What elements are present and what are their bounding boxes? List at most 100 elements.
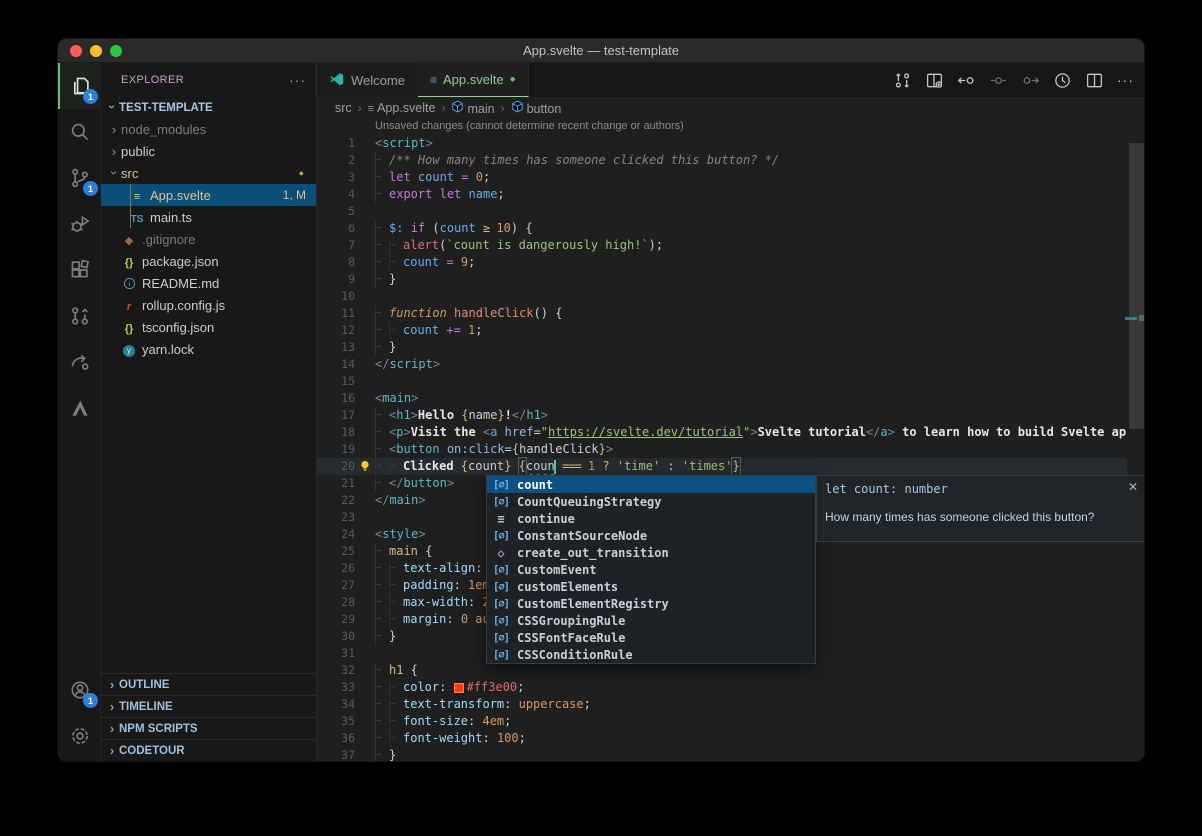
code-line-34[interactable]: 34→→text-transform: uppercase; [317,696,1127,713]
next-change-icon[interactable] [1021,71,1040,90]
folder-item-node-modules[interactable]: ›node_modules [101,118,316,140]
activity-bar-item-run-and-debug[interactable] [58,201,101,247]
panel-title: TIMELINE [119,701,173,713]
code-line-35[interactable]: 35→→font-size: 4em; [317,713,1127,730]
code-line-9[interactable]: 9→} [317,271,1127,288]
folder-item-public[interactable]: ›public [101,140,316,162]
activity-bar-item-live-share[interactable] [58,339,101,385]
file-item-main-ts[interactable]: TSmain.ts [101,206,316,228]
code-line-1[interactable]: 1<script> [317,135,1127,152]
code-line-32[interactable]: 32→h1 { [317,662,1127,679]
tab-welcome[interactable]: Welcome [317,63,418,97]
code-line-11[interactable]: 11→function handleClick() { [317,305,1127,322]
line-content: →→alert(`count is dangerously high!`); [375,237,663,254]
code-line-3[interactable]: 3→let count = 0; [317,169,1127,186]
file-name: package.json [142,254,219,269]
code-line-4[interactable]: 4→export let name; [317,186,1127,203]
open-changes-icon[interactable] [925,71,944,90]
breadcrumb-item-app-svelte[interactable]: ≡App.svelte [368,101,436,115]
file-item-app-svelte[interactable]: ≡App.svelte1, M [101,184,316,206]
file-item-package-json[interactable]: {}package.json [101,250,316,272]
line-content: →main { [375,543,432,560]
code-line-7[interactable]: 7→→alert(`count is dangerously high!`); [317,237,1127,254]
file-item--gitignore[interactable]: ◆.gitignore [101,228,316,250]
chevron-right-icon: › [107,122,121,137]
code-line-14[interactable]: 14</script> [317,356,1127,373]
title-bar: App.svelte — test-template [58,39,1144,63]
indent-guide: → [375,186,389,203]
breadcrumb-item-main[interactable]: main [451,100,494,116]
suggest-item-customevent[interactable]: [∅]CustomEvent [487,561,815,578]
token: 9 [461,254,468,271]
tab-app-svelte[interactable]: ≡App.svelte● [418,63,529,97]
activity-bar-item-extensions[interactable] [58,247,101,293]
code-line-37[interactable]: 37→} [317,747,1127,761]
activity-bar-item-github-pull-requests[interactable] [58,293,101,339]
code-line-13[interactable]: 13→} [317,339,1127,356]
suggest-label: continue [517,512,575,526]
code-line-36[interactable]: 36→→font-weight: 100; [317,730,1127,747]
gitlens-compare-icon[interactable] [893,71,912,90]
suggest-item-continue[interactable]: ≡continue [487,510,815,527]
close-icon[interactable]: ✕ [1128,480,1138,494]
suggest-item-customelementregistry[interactable]: [∅]CustomElementRegistry [487,595,815,612]
file-item-yarn-lock[interactable]: yyarn.lock [101,338,316,360]
suggest-item-customelements[interactable]: [∅]customElements [487,578,815,595]
more-actions-icon[interactable]: ··· [1117,71,1136,90]
code-area[interactable]: Unsaved changes (cannot determine recent… [317,118,1127,761]
code-line-6[interactable]: 6→$: if (count ≥ 10) { [317,220,1127,237]
file-item-readme-md[interactable]: README.md [101,272,316,294]
lightbulb-icon[interactable] [358,459,372,473]
folder-item-src[interactable]: ›src● [101,162,316,184]
activity-bar-item-manage[interactable] [58,713,101,759]
suggest-item-constantsourcenode[interactable]: [∅]ConstantSourceNode [487,527,815,544]
code-line-18[interactable]: 18→<p>Visit the <a href="https://svelte.… [317,424,1127,441]
code-line-8[interactable]: 8→→count = 9; [317,254,1127,271]
token: name [469,186,498,203]
code-line-17[interactable]: 17→<h1>Hello {name}!</h1> [317,407,1127,424]
suggest-item-cssconditionrule[interactable]: [∅]CSSConditionRule [487,646,815,663]
toggle-annotations-icon[interactable] [989,71,1008,90]
suggest-item-cssgroupingrule[interactable]: [∅]CSSGroupingRule [487,612,815,629]
tab-label: App.svelte [443,72,504,87]
file-history-icon[interactable] [1053,71,1072,90]
split-editor-icon[interactable] [1085,71,1104,90]
code-line-15[interactable]: 15 [317,373,1127,390]
sidebar-panel-timeline[interactable]: ›TIMELINE [101,695,316,717]
suggest-item-cssfontfacerule[interactable]: [∅]CSSFontFaceRule [487,629,815,646]
code-line-20[interactable]: 20→→Clicked {count} {coun === 1 ? 'time'… [317,458,1127,475]
previous-change-icon[interactable] [957,71,976,90]
file-type-icon: {} [121,254,142,269]
suggest-item-count[interactable]: [∅]count [487,476,815,493]
activity-bar-item-search[interactable] [58,109,101,155]
file-item-tsconfig-json[interactable]: {}tsconfig.json [101,316,316,338]
workspace-section-header[interactable]: › TEST-TEMPLATE [101,97,316,118]
token: : [468,713,482,730]
token: ( [425,220,439,237]
scrollbar-slider[interactable] [1129,143,1144,429]
code-line-12[interactable]: 12→→count += 1; [317,322,1127,339]
code-line-33[interactable]: 33→→color: #ff3e00; [317,679,1127,696]
sidebar-panel-outline[interactable]: ›OUTLINE [101,673,316,695]
breadcrumb-item-src[interactable]: src [335,101,352,115]
sidebar-panel-codetour[interactable]: ›CODETOUR [101,739,316,761]
code-line-2[interactable]: 2→/** How many times has someone clicked… [317,152,1127,169]
code-line-19[interactable]: 19→<button on:click={handleClick}> [317,441,1127,458]
sidebar-panel-npm-scripts[interactable]: ›NPM SCRIPTS [101,717,316,739]
editor-scrollbar[interactable] [1127,118,1144,761]
code-line-5[interactable]: 5 [317,203,1127,220]
sidebar-more-actions-icon[interactable]: ··· [289,72,306,88]
token [454,683,464,693]
activity-bar-item-explorer[interactable]: 1 [58,63,101,109]
activity-bar-item-accounts[interactable]: 1 [58,667,101,713]
breadcrumb-item-button[interactable]: button [511,100,562,116]
suggest-item-create_out_transition[interactable]: ◇create_out_transition [487,544,815,561]
code-line-16[interactable]: 16<main> [317,390,1127,407]
activity-bar-item-azure[interactable] [58,385,101,431]
activity-bar-item-source-control[interactable]: 1 [58,155,101,201]
suggest-item-countqueuingstrategy[interactable]: [∅]CountQueuingStrategy [487,493,815,510]
token: style [382,526,418,543]
code-line-10[interactable]: 10 [317,288,1127,305]
file-item-rollup-config-js[interactable]: rrollup.config.js [101,294,316,316]
indent-guide: → [375,271,389,288]
